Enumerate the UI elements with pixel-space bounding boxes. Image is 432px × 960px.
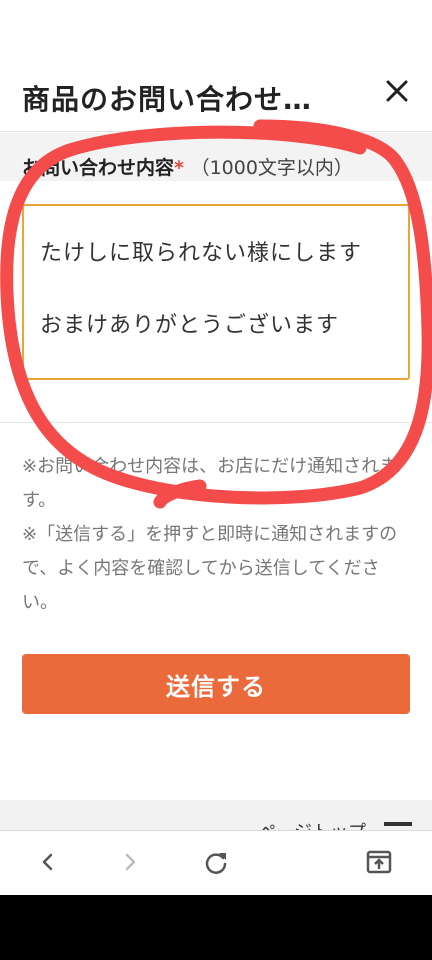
submit-button[interactable]: 送信する	[22, 654, 410, 714]
page-title: 商品のお問い合わせ…	[22, 83, 313, 116]
page-top-strip: ページトップ	[0, 800, 432, 830]
reload-icon[interactable]	[201, 847, 231, 877]
page-top-link[interactable]: ページトップ	[258, 818, 366, 830]
browser-toolbar	[0, 830, 432, 895]
field-label-text: お問い合わせ内容	[22, 157, 175, 179]
note-2: ※「送信する」を押すと即時に通知されますので、よく内容を確認してから送信してくだ…	[22, 524, 398, 613]
menu-icon[interactable]	[384, 822, 412, 826]
dialog-header: 商品のお問い合わせ…	[0, 60, 432, 132]
chevron-left-icon[interactable]	[32, 847, 62, 877]
divider	[0, 422, 432, 423]
field-label: お問い合わせ内容* （1000文字以内）	[22, 153, 353, 180]
chevron-right-icon[interactable]	[116, 847, 146, 877]
required-mark: *	[174, 157, 184, 179]
character-limit: （1000文字以内）	[190, 157, 353, 179]
inquiry-textarea[interactable]: たけしに取られない様にします おまけありがとうございます	[22, 204, 410, 380]
close-icon[interactable]	[382, 76, 412, 106]
system-navigation-bar	[0, 895, 432, 960]
field-label-row: お問い合わせ内容* （1000文字以内）	[0, 133, 432, 181]
notes: ※お問い合わせ内容は、お店にだけ通知されます。 ※「送信する」を押すと即時に通知…	[22, 450, 414, 620]
open-in-app-icon[interactable]	[364, 847, 394, 877]
note-1: ※お問い合わせ内容は、お店にだけ通知されます。	[22, 456, 398, 511]
